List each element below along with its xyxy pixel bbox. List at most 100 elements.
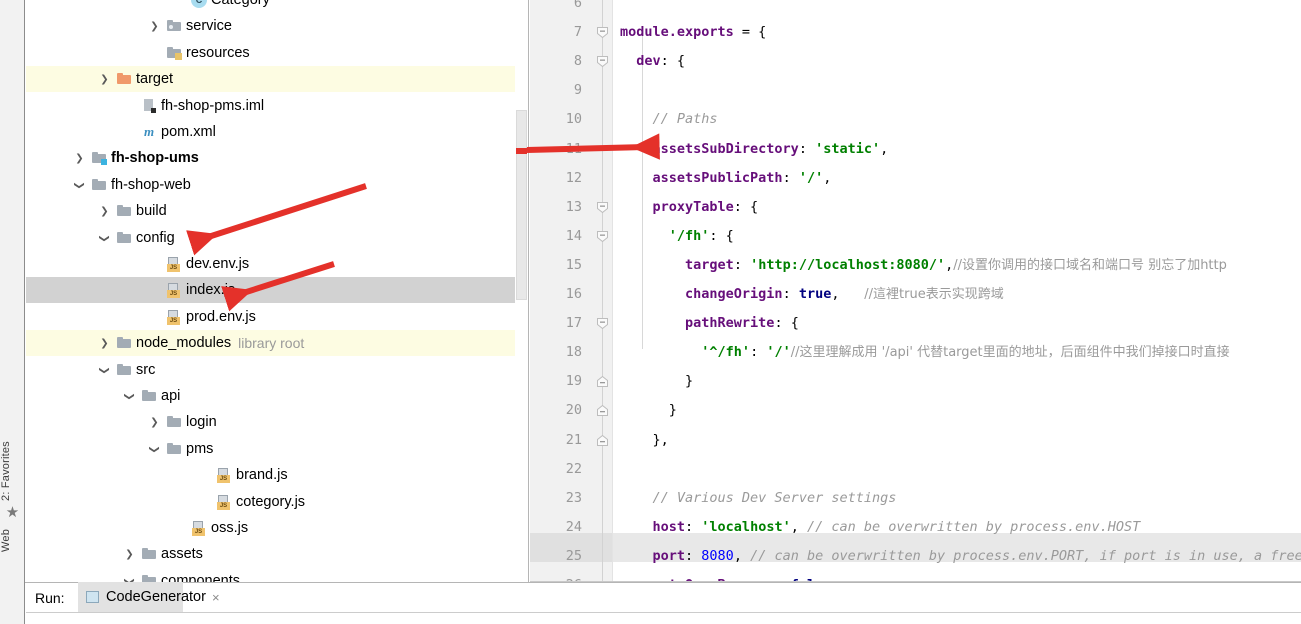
line-number: 14 (565, 227, 582, 244)
fold-collapse-icon[interactable] (596, 230, 609, 243)
tree-row[interactable]: resources (26, 40, 529, 66)
code-token: }, (620, 431, 669, 448)
run-tab-label: CodeGenerator (106, 589, 206, 605)
code-token: //這裡true表示实现跨域 (839, 287, 1004, 302)
folder-badge (169, 25, 173, 30)
panel-divider[interactable] (528, 0, 529, 582)
chevron-right-icon[interactable] (148, 416, 161, 428)
code-token: assetsSubDirectory (652, 140, 799, 157)
line-number: 23 (565, 489, 582, 506)
tree-row-label: fh-shop-pms.iml (161, 97, 265, 114)
tree-row[interactable]: JS index.js (26, 277, 529, 304)
chevron-down-icon[interactable] (148, 443, 161, 455)
fold-collapse-icon[interactable] (596, 201, 609, 214)
folder-badge (101, 159, 107, 166)
toolwindow-button-web[interactable]: Web (0, 520, 25, 560)
tree-row[interactable]: config (26, 225, 529, 251)
tree-row-label: fh-shop-web (111, 176, 191, 193)
code-token: , (733, 547, 751, 564)
line-number: 9 (573, 82, 582, 99)
code-token: : { (709, 227, 734, 244)
tree-row[interactable]: m pom.xml (26, 119, 529, 145)
js-badge: JS (217, 501, 230, 510)
chevron-right-icon[interactable] (148, 20, 161, 32)
fold-end-icon[interactable] (596, 434, 609, 447)
tree-row[interactable]: fh-shop-web (26, 172, 529, 198)
code-token: : (798, 140, 816, 157)
code-token: : (685, 547, 702, 564)
tree-row[interactable]: build (26, 198, 529, 224)
tree-row[interactable]: service (26, 13, 529, 39)
code-token: pathRewrite (685, 315, 775, 332)
tree-row[interactable]: JS prod.env.js (26, 304, 529, 330)
run-panel-top-border (0, 582, 1301, 583)
code-line: '^/fh': '/'//这里理解成用 '/api' 代替target里面的地址… (620, 338, 1229, 367)
fold-collapse-icon[interactable] (596, 26, 609, 39)
chevron-down-icon[interactable] (123, 390, 136, 402)
line-number: 12 (565, 169, 582, 186)
chevron-right-icon[interactable] (123, 548, 136, 560)
code-token: '/' (798, 169, 824, 186)
line-number: 13 (565, 198, 582, 215)
code-token: // Paths (652, 111, 718, 128)
tree-row[interactable]: fh-shop-pms.iml (26, 93, 529, 119)
line-number: 19 (565, 373, 582, 390)
chevron-down-icon[interactable] (98, 232, 111, 244)
tree-row[interactable]: JS dev.env.js (26, 251, 529, 277)
tree-row[interactable]: fh-shop-ums (26, 145, 529, 171)
tree-row[interactable]: node_modules library root (26, 330, 529, 357)
code-token: , (790, 518, 807, 535)
tree-row[interactable]: assets (26, 541, 529, 567)
fold-end-icon[interactable] (596, 375, 609, 388)
chevron-right-icon[interactable] (98, 205, 111, 217)
javascript-file-icon: JS (166, 309, 182, 325)
project-tree-scrollbar-thumb[interactable] (516, 110, 527, 300)
code-token: // can be overwritten by process.env.HOS… (806, 518, 1141, 535)
chevron-down-icon[interactable] (98, 364, 111, 376)
fold-collapse-icon[interactable] (596, 317, 609, 330)
tree-row[interactable]: pms (26, 436, 529, 462)
code-token: : (750, 344, 767, 361)
javascript-file-icon: JS (166, 256, 182, 272)
run-tab-codegenerator[interactable]: CodeGenerator × (78, 582, 220, 612)
code-token: 'static' (815, 140, 881, 157)
code-editor[interactable]: module.exports = { dev: { // Paths asset… (530, 0, 1301, 582)
chevron-right-icon[interactable] (98, 73, 111, 85)
code-token: // can be overwritten by process.env.POR… (750, 547, 1301, 564)
tree-row[interactable]: target (26, 66, 529, 93)
tree-row[interactable]: JS oss.js (26, 515, 529, 541)
tree-row[interactable]: C Category (26, 0, 529, 13)
fold-end-icon[interactable] (596, 404, 609, 417)
chevron-down-icon[interactable] (123, 575, 136, 582)
console-output[interactable] (26, 613, 1301, 624)
tree-row-label: prod.env.js (186, 308, 256, 325)
chevron-down-icon[interactable] (73, 179, 86, 191)
tree-row[interactable]: JS brand.js (26, 462, 529, 488)
code-line: '/fh': { (620, 222, 734, 251)
close-icon[interactable]: × (212, 591, 220, 604)
tree-row[interactable]: JS cotegory.js (26, 489, 529, 515)
tree-row-label: brand.js (236, 467, 288, 484)
line-number: 11 (565, 140, 582, 157)
tree-row[interactable]: components (26, 568, 529, 582)
folder-icon (166, 414, 182, 430)
project-tree[interactable]: C Category service resources target fh-shop-p… (26, 0, 529, 582)
tree-row[interactable]: src (26, 357, 529, 383)
chevron-right-icon[interactable] (98, 337, 111, 349)
code-line: // Paths (620, 105, 718, 134)
fold-collapse-icon[interactable] (596, 55, 609, 68)
tree-row-label: oss.js (211, 520, 249, 536)
tree-row[interactable]: api (26, 383, 529, 409)
code-line: assetsPublicPath: '/', (620, 164, 832, 193)
tree-row[interactable]: login (26, 409, 529, 435)
chevron-right-icon[interactable] (73, 152, 86, 164)
